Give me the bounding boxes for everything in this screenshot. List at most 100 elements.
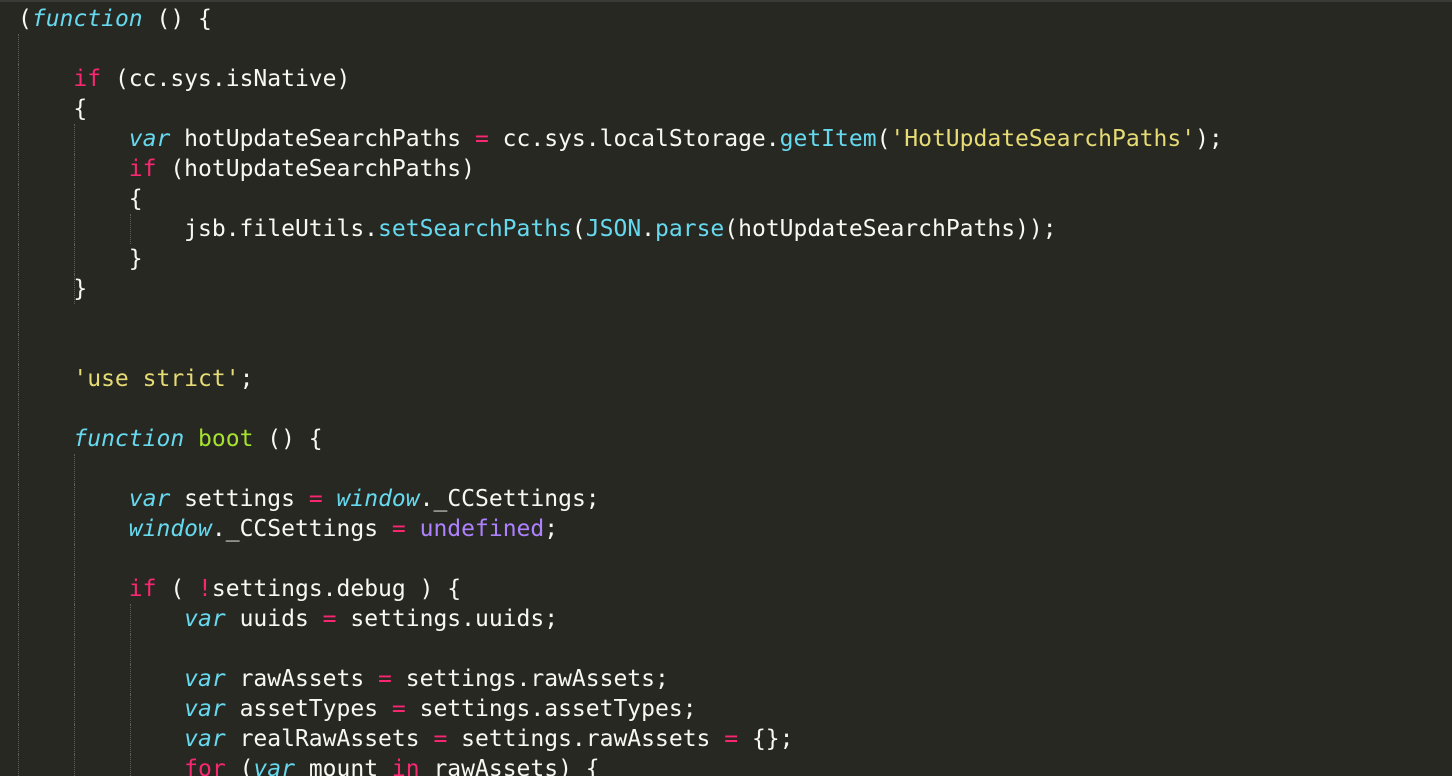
code-token: = xyxy=(391,516,406,542)
code-token: () { xyxy=(142,6,212,32)
code-line: var hotUpdateSearchPaths = cc.sys.localS… xyxy=(18,124,1223,154)
code-token: settings.rawAssets xyxy=(447,726,725,752)
code-token: if xyxy=(128,576,157,602)
indent-guide xyxy=(18,124,19,154)
code-token: for xyxy=(184,756,226,776)
indent-guide xyxy=(18,244,19,274)
indent-guide xyxy=(74,274,75,304)
indent-guide xyxy=(18,394,19,424)
code-line: var settings = window._CCSettings; xyxy=(18,484,1223,514)
code-line: } xyxy=(18,244,1223,274)
indent-guide xyxy=(18,64,19,94)
code-token: var xyxy=(253,756,295,776)
code-token: settings.assetTypes; xyxy=(405,696,697,722)
indent-guide xyxy=(130,214,131,244)
indent-guide xyxy=(18,634,19,664)
code-line: var assetTypes = settings.assetTypes; xyxy=(18,694,1223,724)
code-token: { xyxy=(73,96,88,122)
code-line xyxy=(18,334,1223,364)
indent-guide xyxy=(74,544,75,574)
indent-guide xyxy=(74,454,75,484)
code-token: ._CCSettings; xyxy=(419,486,600,512)
code-token: settings.debug ) { xyxy=(211,576,462,602)
code-token: = xyxy=(322,606,337,632)
code-token: ( xyxy=(225,756,254,776)
code-token: if xyxy=(128,156,157,182)
code-token: var xyxy=(184,666,226,692)
indent-guide xyxy=(74,694,75,724)
indent-guide xyxy=(18,664,19,694)
code-area[interactable]: (function () { if (cc.sys.isNative) { va… xyxy=(18,4,1223,776)
code-token: = xyxy=(378,666,392,692)
code-token: 'HotUpdateSearchPaths' xyxy=(890,126,1196,152)
code-line xyxy=(18,34,1223,64)
code-line: { xyxy=(18,184,1223,214)
code-token: ( xyxy=(18,6,32,32)
code-token: var xyxy=(184,696,226,722)
code-token: in xyxy=(391,756,420,776)
code-token: } xyxy=(128,246,143,272)
code-token: (hotUpdateSearchPaths)); xyxy=(724,216,1057,242)
code-token: rawAssets xyxy=(225,666,379,692)
indent-guide xyxy=(18,424,19,454)
code-token: setSearchPaths xyxy=(378,216,572,242)
indent-guide xyxy=(130,724,131,754)
indent-guide xyxy=(18,94,19,124)
code-token: = xyxy=(308,486,323,512)
code-token: mount xyxy=(294,756,392,776)
code-line: var rawAssets = settings.rawAssets; xyxy=(18,664,1223,694)
code-token: (hotUpdateSearchPaths) xyxy=(156,156,475,182)
indent-guide xyxy=(18,334,19,364)
code-line: } xyxy=(18,274,1223,304)
indent-guide xyxy=(130,604,131,634)
indent-guide xyxy=(18,454,19,484)
code-line xyxy=(18,304,1223,334)
code-token: window xyxy=(336,486,420,512)
indent-guide xyxy=(74,604,75,634)
code-token: var xyxy=(128,126,171,152)
code-token: var xyxy=(184,606,226,632)
code-token: function xyxy=(31,6,143,32)
code-token: ; xyxy=(239,366,254,392)
indent-guide xyxy=(18,544,19,574)
code-token: jsb.fileUtils. xyxy=(184,216,379,242)
code-token: 'use strict' xyxy=(73,366,240,392)
code-token: () { xyxy=(253,426,323,452)
code-token: JSON xyxy=(585,216,642,242)
indent-guide xyxy=(18,274,19,304)
indent-guide xyxy=(74,484,75,514)
indent-guide xyxy=(18,364,19,394)
indent-guide xyxy=(18,484,19,514)
code-token: = xyxy=(433,726,448,752)
indent-guide xyxy=(130,694,131,724)
code-line: function boot () { xyxy=(18,424,1223,454)
code-token: {}; xyxy=(738,726,794,752)
indent-guide xyxy=(74,154,75,184)
code-token: window xyxy=(128,516,212,542)
code-line: var realRawAssets = settings.rawAssets =… xyxy=(18,724,1223,754)
indent-guide xyxy=(74,724,75,754)
code-token: getItem xyxy=(779,126,877,152)
code-line: if (cc.sys.isNative) xyxy=(18,64,1223,94)
code-token: ._CCSettings xyxy=(211,516,392,542)
indent-guide xyxy=(18,304,19,334)
indent-guide xyxy=(74,514,75,544)
indent-guide xyxy=(18,214,19,244)
code-line: 'use strict'; xyxy=(18,364,1223,394)
indent-guide xyxy=(18,604,19,634)
code-token: function xyxy=(73,426,185,452)
code-line: for (var mount in rawAssets) { xyxy=(18,754,1223,776)
code-editor[interactable]: (function () { if (cc.sys.isNative) { va… xyxy=(0,0,1452,776)
indent-guide xyxy=(18,574,19,604)
indent-guide xyxy=(74,124,75,154)
